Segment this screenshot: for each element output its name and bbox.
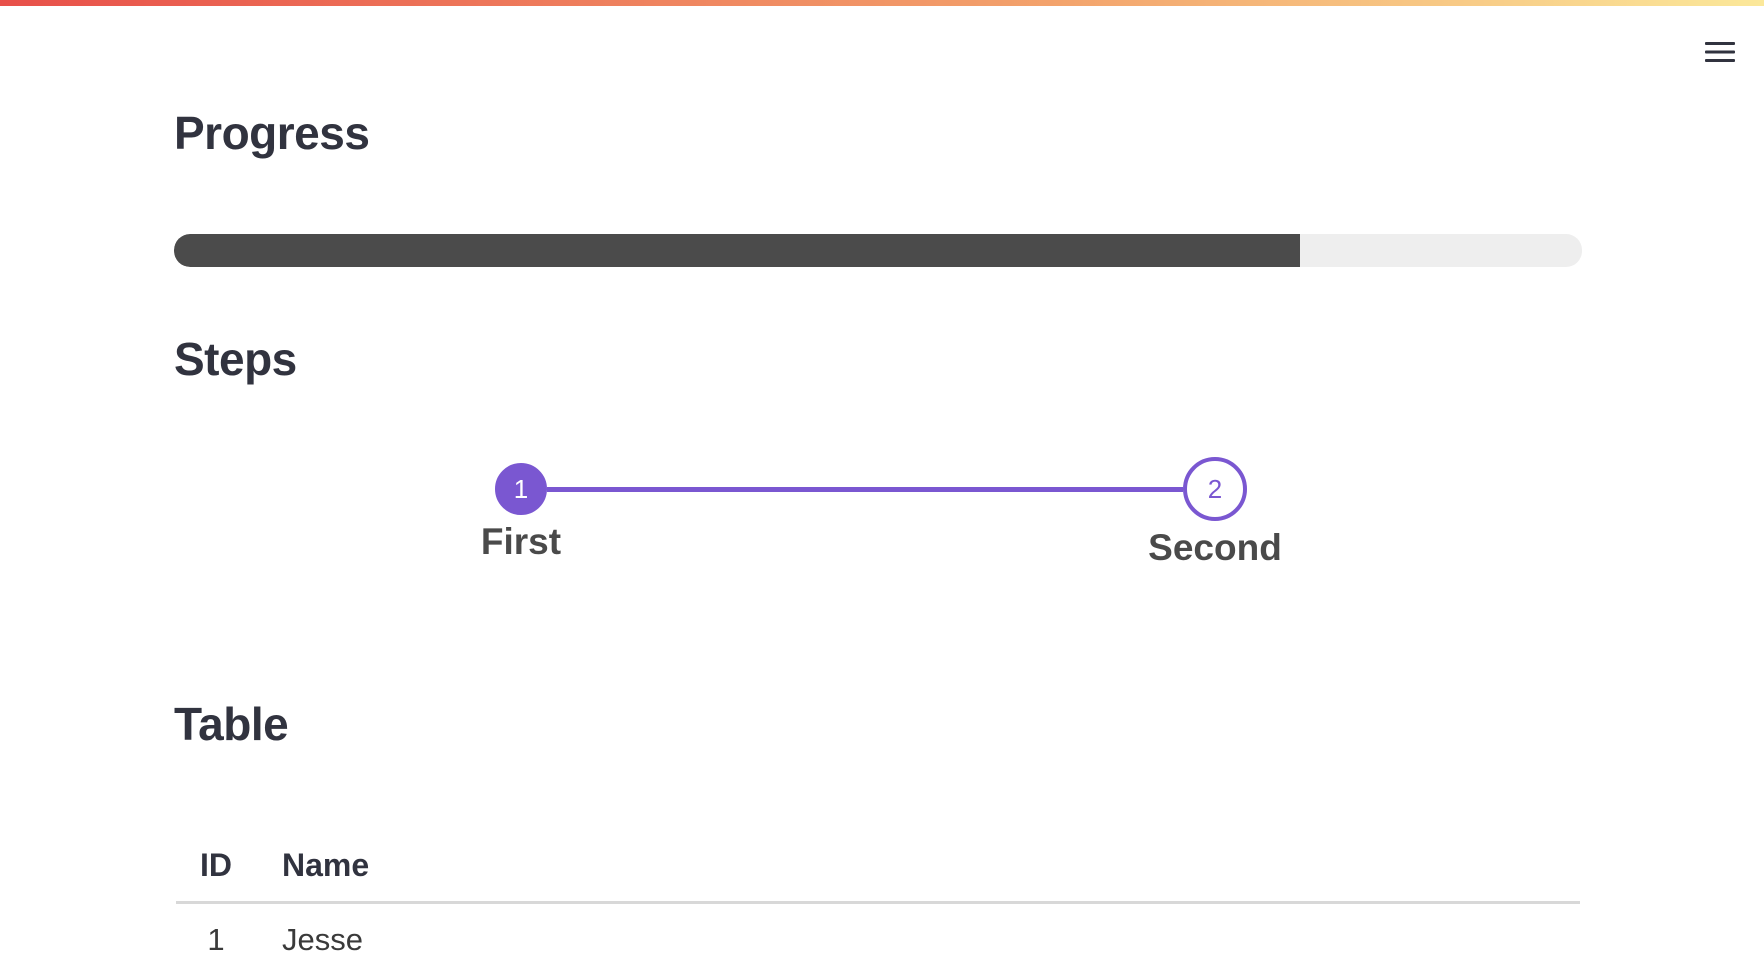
step-number-badge: 2 (1183, 457, 1247, 521)
step-first[interactable]: 1 First (441, 460, 601, 563)
top-decoration-bar (0, 0, 1764, 6)
data-table: ID Name 1 Jesse (176, 830, 1580, 976)
stepper: 1 First 2 Second (174, 450, 1582, 590)
column-header-id[interactable]: ID (176, 847, 256, 884)
table-header-row: ID Name (176, 830, 1580, 904)
table-cell-id: 1 (207, 922, 225, 957)
step-label: First (480, 521, 562, 562)
stepper-connector-line (547, 487, 1183, 492)
column-header-name[interactable]: Name (256, 847, 369, 884)
progress-bar (174, 234, 1582, 267)
table-cell-name: Jesse (282, 922, 363, 957)
steps-heading: Steps (174, 333, 297, 385)
progress-heading: Progress (174, 107, 370, 159)
step-number-badge: 1 (495, 463, 547, 515)
main-menu-button[interactable] (1702, 36, 1738, 68)
step-label: Second (1148, 527, 1282, 568)
table-heading: Table (174, 698, 289, 750)
table-row: 1 Jesse (176, 904, 1580, 976)
progress-bar-fill (174, 234, 1301, 267)
hamburger-menu-icon (1705, 42, 1735, 62)
step-second[interactable]: 2 Second (1135, 457, 1295, 569)
